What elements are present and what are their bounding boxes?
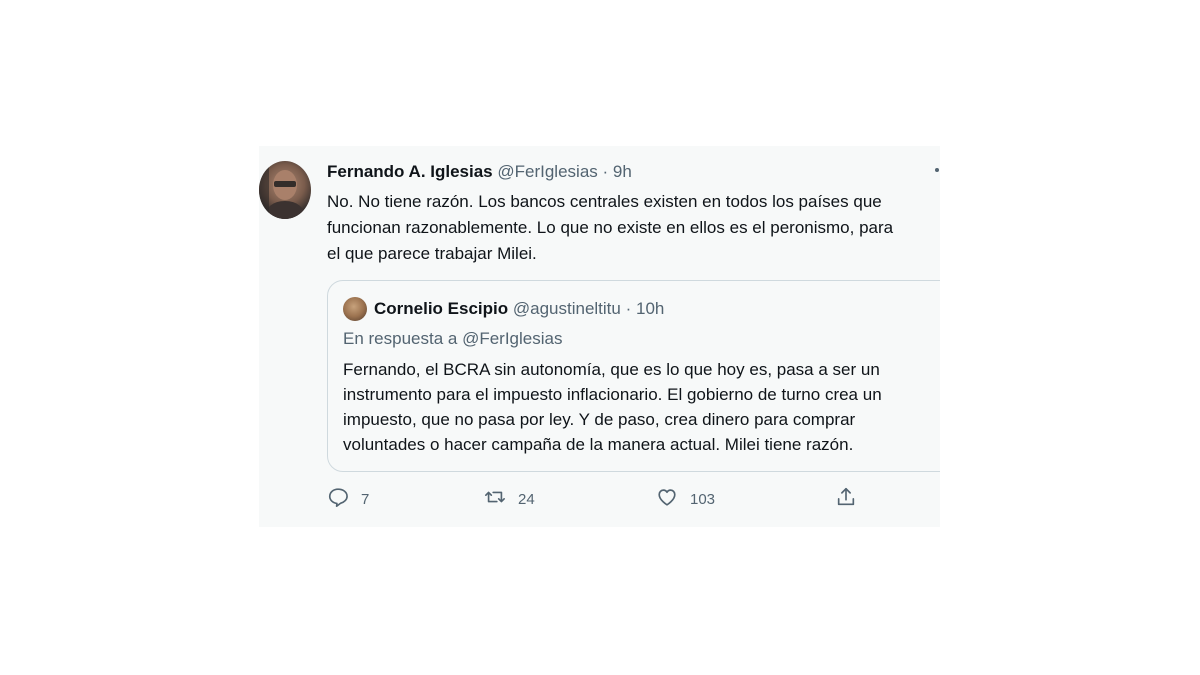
reply-button[interactable]: 7 bbox=[327, 486, 369, 512]
retweet-icon bbox=[484, 486, 506, 512]
tweet-actions: 7 24 103 bbox=[327, 486, 927, 512]
tweet-text: No. No tiene razón. Los bancos centrales… bbox=[327, 189, 940, 267]
more-options-icon[interactable] bbox=[935, 168, 939, 172]
quoted-tweet[interactable]: Cornelio Escipio @agustineltitu · 10h En… bbox=[327, 280, 940, 472]
retweet-count: 24 bbox=[518, 490, 535, 508]
retweet-button[interactable]: 24 bbox=[484, 486, 535, 512]
tweet-time[interactable]: 9h bbox=[613, 162, 632, 181]
quoted-tweet-header: Cornelio Escipio @agustineltitu · 10h bbox=[374, 298, 664, 320]
quoted-tweet-text: Fernando, el BCRA sin autonomía, que es … bbox=[343, 357, 882, 457]
share-icon bbox=[835, 486, 857, 512]
quoted-text-line: voluntades o hacer campaña de la manera … bbox=[343, 435, 854, 454]
separator-dot: · bbox=[602, 162, 609, 181]
tweet-text-line: No. No tiene razón. Los bancos centrales… bbox=[327, 192, 882, 211]
like-count: 103 bbox=[690, 490, 716, 508]
quoted-text-line: impuesto, que no pasa por ley. Y de paso… bbox=[343, 410, 856, 429]
tweet-card[interactable]: Fernando A. Iglesias @FerIglesias · 9h N… bbox=[259, 146, 940, 527]
heart-icon bbox=[656, 486, 678, 512]
quoted-text-line: Fernando, el BCRA sin autonomía, que es … bbox=[343, 360, 880, 379]
like-button[interactable]: 103 bbox=[656, 486, 715, 512]
tweet-text-line: funcionan razonablemente. Lo que no exis… bbox=[327, 218, 894, 237]
reply-icon bbox=[327, 486, 349, 512]
quoted-author-handle: @agustineltitu bbox=[512, 299, 621, 318]
quoted-tweet-time: 10h bbox=[636, 299, 665, 318]
share-button[interactable] bbox=[835, 486, 857, 512]
author-avatar[interactable] bbox=[259, 161, 311, 219]
separator-dot: · bbox=[625, 299, 632, 318]
quoted-author-avatar[interactable] bbox=[343, 297, 367, 321]
quoted-text-line: instrumento para el impuesto inflacionar… bbox=[343, 385, 882, 404]
reply-count: 7 bbox=[361, 490, 370, 508]
author-name[interactable]: Fernando A. Iglesias bbox=[327, 162, 493, 181]
author-handle[interactable]: @FerIglesias bbox=[497, 162, 597, 181]
reply-to-label: En respuesta a @FerIglesias bbox=[343, 329, 563, 348]
tweet-header: Fernando A. Iglesias @FerIglesias · 9h bbox=[327, 161, 632, 183]
quoted-author-name: Cornelio Escipio bbox=[374, 299, 509, 318]
tweet-text-line: el que parece trabajar Milei. bbox=[327, 244, 537, 263]
